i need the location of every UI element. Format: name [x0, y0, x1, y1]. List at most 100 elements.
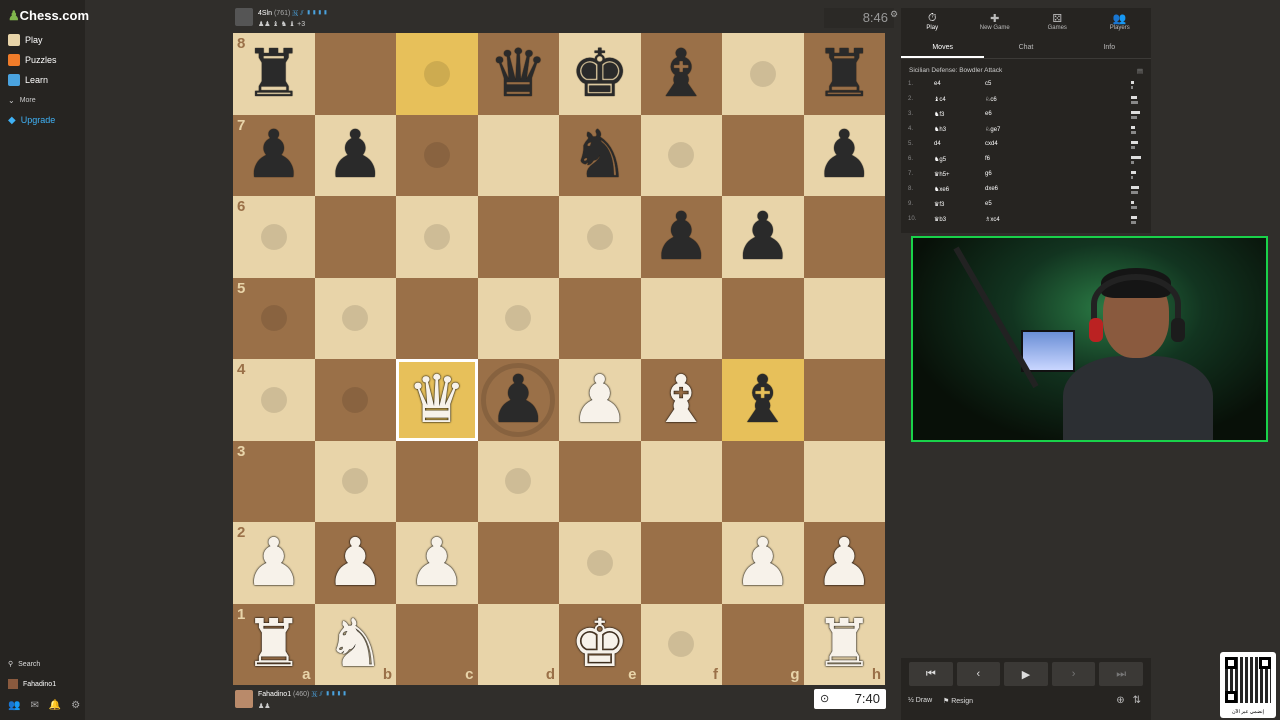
- tab-players[interactable]: 👥 Players: [1089, 8, 1152, 38]
- square-e5[interactable]: [559, 277, 641, 359]
- white-rook-icon[interactable]: ♜: [244, 611, 303, 677]
- opening-name[interactable]: Sicilian Defense: Bowdler Attack ▤: [901, 59, 1151, 78]
- square-f6[interactable]: ♟: [640, 196, 722, 278]
- square-e6[interactable]: [559, 196, 641, 278]
- square-d6[interactable]: [477, 196, 559, 278]
- square-f2[interactable]: [640, 522, 722, 604]
- square-d3[interactable]: [477, 440, 559, 522]
- square-f5[interactable]: [640, 277, 722, 359]
- move-hint-dot[interactable]: [423, 142, 450, 169]
- square-c3[interactable]: [396, 440, 478, 522]
- square-b3[interactable]: [314, 440, 396, 522]
- resign-button[interactable]: ⚑ Resign: [943, 697, 973, 705]
- move-hint-dot[interactable]: [505, 305, 532, 332]
- last-move-button[interactable]: ⏭: [1099, 662, 1143, 686]
- square-a3[interactable]: 3: [233, 440, 315, 522]
- square-h6[interactable]: [803, 196, 885, 278]
- square-c4[interactable]: ♛: [396, 359, 478, 441]
- black-move[interactable]: c5: [985, 81, 991, 87]
- black-pawn-icon[interactable]: ♟: [244, 122, 303, 188]
- square-a5[interactable]: 5: [233, 277, 315, 359]
- move-hint-dot[interactable]: [260, 386, 287, 413]
- sidebar-item-play[interactable]: Play: [8, 32, 43, 48]
- square-g3[interactable]: [722, 440, 804, 522]
- sidebar-item-upgrade[interactable]: ◆ Upgrade: [8, 112, 55, 128]
- white-queen-icon[interactable]: ♛: [407, 366, 466, 433]
- white-pawn-icon[interactable]: ♟: [570, 366, 629, 433]
- square-c1[interactable]: c: [396, 603, 478, 685]
- square-b1[interactable]: b ♞: [314, 603, 396, 685]
- subtab-info[interactable]: Info: [1068, 38, 1151, 58]
- white-pawn-icon[interactable]: ♟: [815, 529, 874, 596]
- move-hint-dot[interactable]: [260, 223, 287, 250]
- black-king-icon[interactable]: ♚: [570, 40, 629, 107]
- black-pawn-icon[interactable]: ♟: [815, 122, 874, 188]
- square-f3[interactable]: [640, 440, 722, 522]
- move-hint-dot[interactable]: [260, 305, 287, 332]
- square-g7[interactable]: [722, 114, 804, 196]
- opponent-avatar[interactable]: [235, 8, 253, 26]
- square-e2[interactable]: [559, 522, 641, 604]
- draw-button[interactable]: ½ Draw: [908, 697, 932, 704]
- square-g5[interactable]: [722, 277, 804, 359]
- square-a2[interactable]: 2 ♟: [233, 522, 315, 604]
- white-pawn-icon[interactable]: ♟: [326, 529, 385, 596]
- square-a1[interactable]: 1 a ♜: [233, 603, 315, 685]
- subtab-moves[interactable]: Moves: [901, 38, 985, 58]
- sidebar-search[interactable]: ⚲ Search: [8, 660, 40, 669]
- prev-move-button[interactable]: ‹: [956, 662, 1001, 686]
- square-c2[interactable]: ♟: [396, 522, 478, 604]
- white-pawn-icon[interactable]: ♟: [407, 529, 466, 596]
- book-icon[interactable]: ▤: [1137, 67, 1143, 75]
- white-move[interactable]: ♛h5+: [934, 171, 950, 178]
- player-name[interactable]: Fahadino1 (460) 🇳 ⫽ ▮▮▮▮: [258, 691, 347, 699]
- sidebar-item-puzzles[interactable]: Puzzles: [8, 52, 57, 68]
- square-h5[interactable]: [803, 277, 885, 359]
- white-move[interactable]: e4: [934, 81, 941, 87]
- tab-play[interactable]: ⏱ Play: [901, 8, 964, 38]
- black-move[interactable]: e6: [985, 111, 992, 117]
- black-move[interactable]: f6: [985, 156, 990, 162]
- square-e7[interactable]: ♞: [559, 114, 641, 196]
- square-b6[interactable]: [314, 196, 396, 278]
- square-a6[interactable]: 6: [233, 196, 315, 278]
- sidebar-item-learn[interactable]: Learn: [8, 72, 48, 88]
- move-hint-dot[interactable]: [342, 305, 369, 332]
- move-hint-dot[interactable]: [668, 631, 695, 658]
- move-hint-dot[interactable]: [586, 223, 613, 250]
- square-c7[interactable]: [396, 114, 478, 196]
- square-c5[interactable]: [396, 277, 478, 359]
- white-move[interactable]: d4: [934, 141, 941, 147]
- move-hint-dot[interactable]: [668, 142, 695, 169]
- white-rook-icon[interactable]: ♜: [815, 611, 874, 677]
- black-queen-icon[interactable]: ♛: [489, 40, 548, 107]
- subtab-chat[interactable]: Chat: [984, 38, 1067, 58]
- tab-games[interactable]: ⚄ Games: [1026, 8, 1089, 38]
- white-move[interactable]: ♛b3: [934, 216, 946, 223]
- white-pawn-icon[interactable]: ♟: [244, 529, 303, 596]
- move-hint-dot[interactable]: [423, 223, 450, 250]
- square-d5[interactable]: [477, 277, 559, 359]
- square-g1[interactable]: g: [722, 603, 804, 685]
- black-move[interactable]: cxd4: [985, 141, 998, 147]
- square-f8[interactable]: ♝: [640, 33, 722, 115]
- square-g2[interactable]: ♟: [722, 522, 804, 604]
- white-move[interactable]: ♛f3: [934, 201, 944, 208]
- square-h1[interactable]: h ♜: [803, 603, 885, 685]
- square-a8[interactable]: 8 ♜: [233, 33, 315, 115]
- square-a4[interactable]: 4: [233, 359, 315, 441]
- square-c6[interactable]: [396, 196, 478, 278]
- friends-icon[interactable]: 👥: [8, 700, 20, 711]
- sidebar-item-more[interactable]: ⌄ More: [8, 92, 36, 108]
- black-move[interactable]: e5: [985, 201, 992, 207]
- black-bishop-icon[interactable]: ♝: [652, 40, 711, 107]
- first-move-button[interactable]: ⏮: [909, 662, 953, 686]
- square-e8[interactable]: ♚: [559, 33, 641, 115]
- black-move[interactable]: ♗xc4: [985, 216, 1000, 223]
- square-h8[interactable]: ♜: [803, 33, 885, 115]
- black-pawn-icon[interactable]: ♟: [652, 203, 711, 270]
- opponent-name[interactable]: 4Sln (761) 🇳 ⫽ ▮▮▮▮: [258, 10, 328, 18]
- move-hint-dot[interactable]: [505, 468, 532, 495]
- next-move-button[interactable]: ›: [1051, 662, 1096, 686]
- square-b5[interactable]: [314, 277, 396, 359]
